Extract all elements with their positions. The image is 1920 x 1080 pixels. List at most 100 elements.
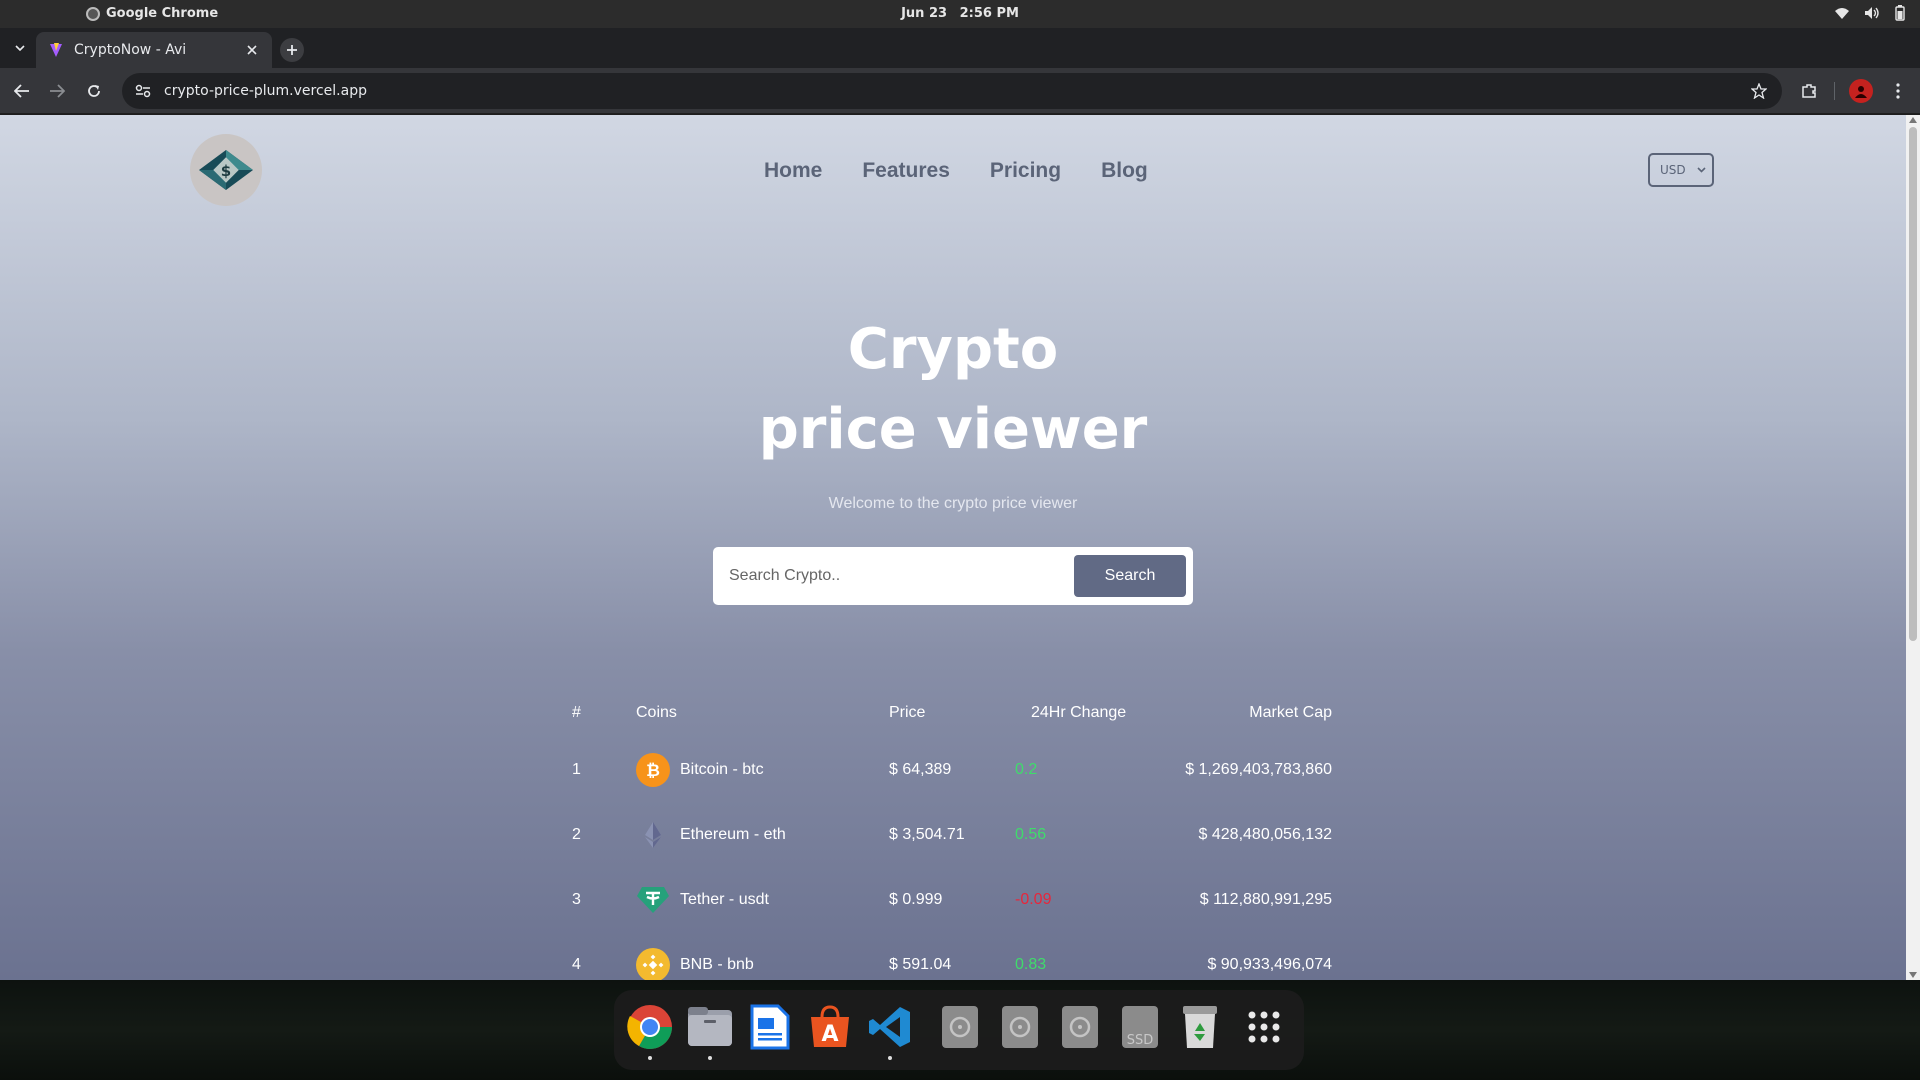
dollar-diamond-logo-icon: $ [199, 150, 253, 190]
bitcoin-icon: ₿ [636, 753, 670, 787]
row-coin-name: BNB - bnb [680, 956, 754, 973]
dock-disk-2[interactable] [996, 1003, 1044, 1051]
header-price: Price [889, 704, 926, 721]
volume-icon [1864, 6, 1880, 20]
clock-time: 2:56 PM [959, 6, 1019, 21]
row-price: $ 64,389 [889, 761, 952, 778]
os-top-bar: Google Chrome Jun 23 2:56 PM [0, 0, 1920, 28]
dock-disk-1[interactable] [936, 1003, 984, 1051]
header-coins: Coins [636, 704, 677, 721]
browser-tab-active[interactable]: CryptoNow - Avi [36, 32, 272, 68]
tab-close-button[interactable] [244, 42, 260, 58]
table-row[interactable]: 2 Ethereum - eth $ 3,504.71 0.56 $ 428,4… [572, 815, 1332, 855]
system-clock[interactable]: Jun 23 2:56 PM [0, 6, 1920, 21]
table-row[interactable]: 3 Tether - usdt $ 0.999 -0.09 $ 112,880,… [572, 880, 1332, 920]
back-button[interactable] [9, 78, 35, 104]
row-coin: BNB - bnb [636, 945, 754, 980]
trash-icon [1183, 1006, 1217, 1048]
more-vert-icon [1896, 83, 1900, 99]
svg-text:$: $ [221, 162, 231, 180]
page-scrollbar[interactable] [1906, 115, 1920, 980]
app-center-icon: A [811, 1005, 849, 1047]
row-coin-name: Tether - usdt [680, 891, 769, 908]
dock-chrome[interactable] [626, 1003, 674, 1051]
svg-text:A: A [821, 1022, 838, 1047]
scroll-up-arrow-icon[interactable] [1909, 117, 1917, 123]
crypto-search-input[interactable] [729, 567, 1074, 585]
row-price: $ 0.999 [889, 891, 943, 908]
disk-icon [1062, 1006, 1098, 1048]
page-viewport: $ Home Features Pricing Blog USD Crypto … [0, 115, 1920, 980]
bookmark-button[interactable] [1744, 76, 1774, 106]
dock-vscode[interactable] [866, 1003, 914, 1051]
forward-button[interactable] [44, 78, 70, 104]
scroll-down-arrow-icon[interactable] [1909, 972, 1917, 978]
table-row[interactable]: 1 ₿ Bitcoin - btc $ 64,389 0.2 $ 1,269,4… [572, 750, 1332, 790]
hero-subtitle: Welcome to the crypto price viewer [828, 495, 1078, 512]
battery-icon [1894, 5, 1906, 21]
system-tray[interactable] [1834, 5, 1906, 21]
running-indicator [888, 1056, 892, 1060]
tune-icon [135, 84, 151, 98]
table-header: # Coins Price 24Hr Change Market Cap [572, 701, 1332, 725]
running-indicator [708, 1056, 712, 1060]
row-change: 0.83 [1015, 956, 1047, 973]
dock-ssd-drive[interactable]: SSD [1116, 1003, 1164, 1051]
tab-title: CryptoNow - Avi [74, 42, 187, 58]
browser-menu-button[interactable] [1885, 78, 1911, 104]
search-button[interactable]: Search [1074, 555, 1186, 597]
browser-tab-strip: CryptoNow - Avi [0, 28, 1920, 68]
chrome-icon [627, 1005, 672, 1049]
browser-toolbar: crypto-price-plum.vercel.app [0, 68, 1920, 114]
chevron-down-icon [15, 45, 25, 51]
dock-show-apps[interactable] [1240, 1003, 1288, 1051]
main-nav: Home Features Pricing Blog [764, 159, 1148, 183]
site-logo[interactable]: $ [190, 134, 262, 206]
profile-avatar[interactable] [1849, 79, 1873, 103]
scrollbar-thumb[interactable] [1909, 127, 1917, 641]
row-market-cap: $ 112,880,991,295 [1199, 891, 1332, 908]
profile-icon [1855, 86, 1867, 98]
toolbar-divider [1834, 82, 1835, 100]
row-rank: 4 [572, 956, 581, 973]
row-coin-name: Bitcoin - btc [680, 761, 764, 778]
close-icon [247, 45, 257, 55]
row-coin-name: Ethereum - eth [680, 826, 786, 843]
dock-text-editor[interactable] [746, 1003, 794, 1051]
nav-link-pricing[interactable]: Pricing [990, 159, 1061, 183]
row-market-cap: $ 428,480,056,132 [1198, 826, 1332, 843]
bnb-icon [636, 948, 670, 980]
tether-icon [636, 883, 670, 917]
row-market-cap: $ 1,269,403,783,860 [1185, 761, 1332, 778]
chevron-down-icon [1697, 167, 1706, 173]
dock-disk-3[interactable] [1056, 1003, 1104, 1051]
site-info-button[interactable] [128, 76, 158, 106]
dock-files[interactable] [686, 1003, 734, 1051]
row-rank: 1 [572, 761, 581, 778]
running-indicator [648, 1056, 652, 1060]
wifi-icon [1834, 6, 1850, 20]
reload-button[interactable] [81, 78, 107, 104]
new-tab-button[interactable] [280, 38, 304, 62]
ethereum-icon [636, 818, 670, 852]
extensions-button[interactable] [1796, 78, 1822, 104]
currency-select[interactable]: USD [1648, 153, 1714, 187]
row-price: $ 3,504.71 [889, 826, 965, 843]
tab-search-button[interactable] [10, 38, 30, 58]
address-bar[interactable]: crypto-price-plum.vercel.app [122, 73, 1782, 109]
dock-app-center[interactable]: A [806, 1003, 854, 1051]
header-rank: # [572, 704, 581, 721]
puzzle-icon [1802, 84, 1816, 98]
nav-link-home[interactable]: Home [764, 159, 822, 183]
text-editor-icon [750, 1004, 790, 1050]
files-icon [688, 1007, 732, 1046]
dock-trash[interactable] [1176, 1003, 1224, 1051]
nav-link-blog[interactable]: Blog [1101, 159, 1148, 183]
row-rank: 3 [572, 891, 581, 908]
hero-title-line-1: Crypto [847, 317, 1059, 382]
table-row[interactable]: 4 BNB - bnb $ 591.04 0.83 $ 90,933,496,0… [572, 945, 1332, 980]
nav-link-features[interactable]: Features [862, 159, 950, 183]
ssd-label: SSD [1127, 1033, 1154, 1048]
vite-favicon-icon [50, 43, 62, 57]
row-market-cap: $ 90,933,496,074 [1207, 956, 1332, 973]
